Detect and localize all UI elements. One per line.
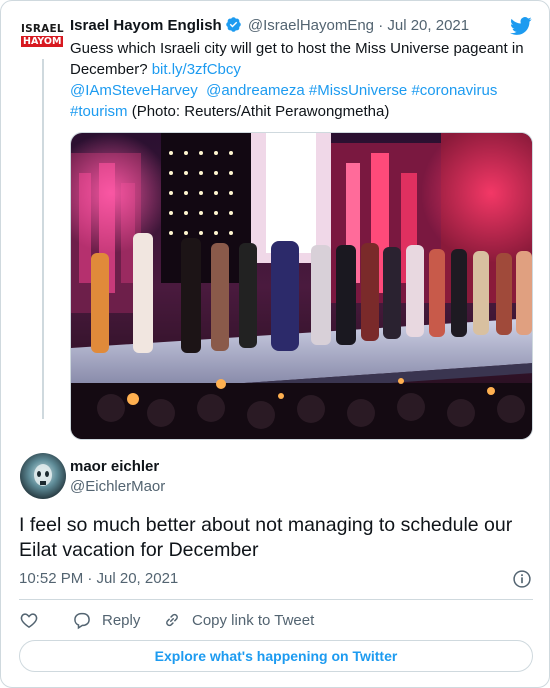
- hashtag-link[interactable]: #coronavirus: [411, 82, 497, 99]
- avatar[interactable]: [20, 453, 66, 499]
- explore-twitter-button[interactable]: Explore what's happening on Twitter: [19, 640, 533, 672]
- tweet-link[interactable]: bit.ly/3zfCbcy: [152, 61, 241, 78]
- parent-handle[interactable]: @IsraelHayomEng: [248, 17, 374, 34]
- mention-link[interactable]: @andreameza: [206, 82, 305, 99]
- reply-button[interactable]: Reply: [72, 609, 140, 631]
- info-icon[interactable]: [512, 569, 532, 589]
- photo-credit: (Photo: Reuters/Athit Perawongmetha): [131, 103, 390, 120]
- hashtag-link[interactable]: #tourism: [70, 103, 128, 120]
- copy-link-label: Copy link to Tweet: [192, 611, 315, 629]
- link-icon: [166, 613, 178, 627]
- copy-link-button[interactable]: Copy link to Tweet: [162, 609, 314, 631]
- tweet-timestamp[interactable]: 10:52 PM · Jul 20, 2021: [19, 569, 178, 589]
- reply-tweet-text: I feel so much better about not managing…: [19, 514, 513, 561]
- twitter-bird-icon[interactable]: [509, 15, 533, 37]
- divider: [19, 599, 533, 600]
- thread-line: [42, 59, 44, 419]
- separator-dot: ·: [378, 17, 384, 34]
- parent-author-name[interactable]: Israel Hayom English: [70, 17, 222, 34]
- reply-author-name[interactable]: maor eichler: [70, 457, 159, 477]
- israel-hayom-logo[interactable]: ISRAEL HAYOM: [21, 23, 64, 53]
- embedded-tweet-card: ISRAEL HAYOM Israel Hayom English @Israe…: [0, 0, 550, 688]
- reply-label: Reply: [102, 611, 141, 629]
- parent-tweet-text: Guess which Israeli city will get to hos…: [70, 40, 524, 120]
- verified-badge-icon: [225, 17, 241, 32]
- mention-link[interactable]: @IAmSteveHarvey: [70, 82, 198, 99]
- like-button[interactable]: [19, 609, 39, 631]
- reply-handle[interactable]: @EichlerMaor: [70, 477, 165, 497]
- parent-date[interactable]: Jul 20, 2021: [387, 17, 469, 34]
- reply-icon: [74, 612, 90, 630]
- tweet-photo[interactable]: [70, 132, 533, 440]
- hashtag-link[interactable]: #MissUniverse: [309, 82, 407, 99]
- heart-icon: [20, 613, 38, 628]
- parent-tweet-header: Israel Hayom English @IsraelHayomEng · J…: [70, 16, 469, 36]
